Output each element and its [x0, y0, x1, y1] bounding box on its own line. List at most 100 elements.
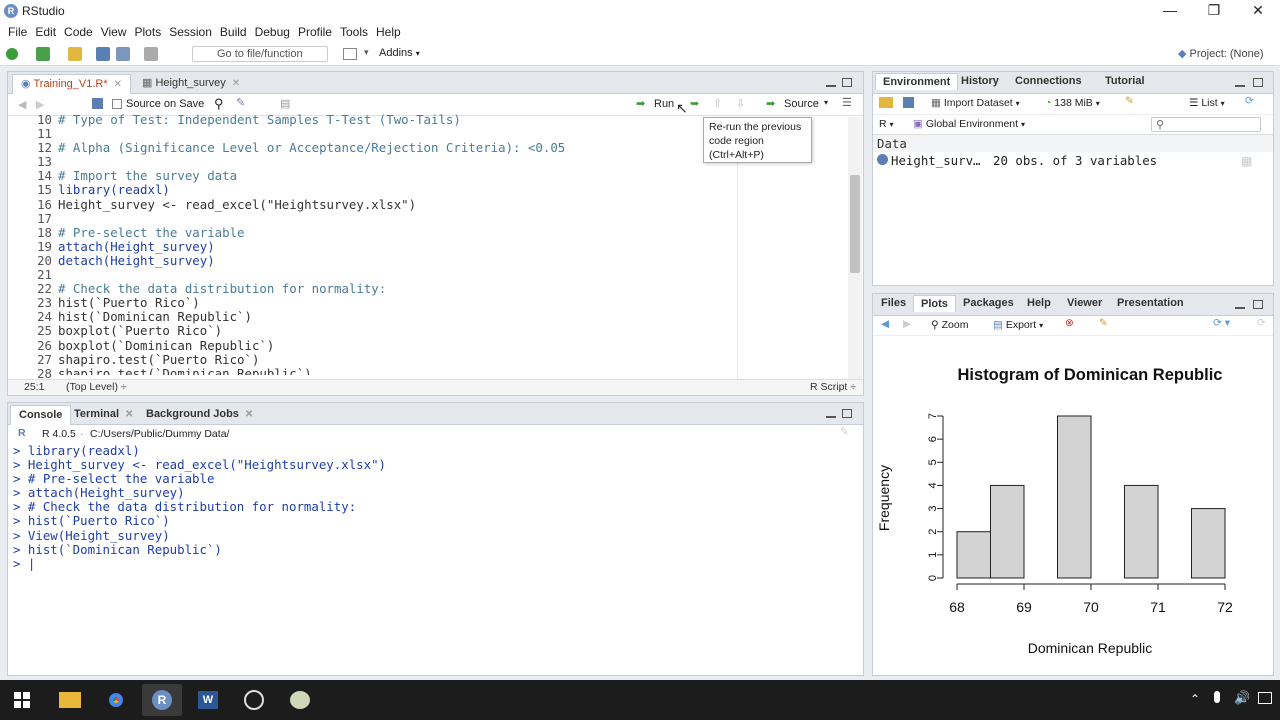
- forward-arrow-icon[interactable]: ▶: [36, 98, 44, 111]
- menu-plots[interactable]: Plots: [135, 25, 162, 39]
- previous-plot-icon[interactable]: ◀: [881, 318, 889, 330]
- grid-layout-icon[interactable]: [343, 48, 357, 60]
- tab-background-jobs[interactable]: Background Jobs ✕: [138, 405, 261, 425]
- tab-height-survey[interactable]: ▦ Height_survey ✕: [134, 74, 248, 94]
- list-view-menu[interactable]: ☰ List ▾: [1189, 97, 1225, 109]
- clear-console-icon[interactable]: ✎: [840, 426, 849, 438]
- menu-build[interactable]: Build: [220, 25, 247, 39]
- scrollbar-thumb[interactable]: [850, 175, 860, 273]
- menu-tools[interactable]: Tools: [340, 25, 368, 39]
- up-arrow-icon[interactable]: ⇧: [713, 97, 722, 110]
- magic-wand-icon[interactable]: ✎: [236, 96, 245, 109]
- r-app-icon[interactable]: R: [142, 684, 182, 716]
- goto-file-input[interactable]: Go to file/function: [192, 46, 328, 62]
- project-menu[interactable]: ◆ Project: (None): [1178, 47, 1264, 60]
- language-selector[interactable]: R ▾: [879, 118, 894, 130]
- save-file-icon[interactable]: [92, 98, 103, 109]
- tab-help[interactable]: Help: [1027, 297, 1051, 309]
- scope-selector[interactable]: ▣ Global Environment ▾: [913, 118, 1025, 130]
- minimize-pane-icon[interactable]: [1235, 83, 1245, 87]
- system-tray-chevron-icon[interactable]: ⌃: [1190, 692, 1200, 706]
- tab-tutorial[interactable]: Tutorial: [1105, 75, 1145, 87]
- working-directory[interactable]: C:/Users/Public/Dummy Data/: [90, 428, 229, 440]
- env-search-input[interactable]: ⚲: [1151, 117, 1261, 132]
- console-output[interactable]: > library(readxl) > Height_survey <- read…: [13, 443, 386, 571]
- minimize-pane-icon[interactable]: [826, 83, 836, 87]
- publish-icon[interactable]: ⟳ ▾: [1213, 317, 1230, 329]
- menu-file[interactable]: File: [8, 25, 27, 39]
- close-tab-icon[interactable]: ✕: [125, 409, 133, 420]
- save-icon[interactable]: [96, 47, 110, 61]
- tab-environment[interactable]: Environment: [875, 73, 959, 90]
- back-arrow-icon[interactable]: ◀: [18, 98, 26, 111]
- tab-training-v1[interactable]: ◉ Training_V1.R* ✕: [12, 74, 132, 94]
- tab-connections[interactable]: Connections: [1015, 75, 1082, 87]
- print-icon[interactable]: [144, 47, 158, 61]
- save-all-icon[interactable]: [116, 47, 130, 61]
- layout-chevron-icon[interactable]: ▾: [364, 47, 369, 58]
- source-button[interactable]: Source: [784, 98, 819, 110]
- export-button[interactable]: ▤ Export ▾: [993, 319, 1043, 331]
- microphone-icon[interactable]: [1214, 691, 1220, 703]
- view-table-icon[interactable]: ▦: [1241, 154, 1252, 168]
- close-tab-icon[interactable]: ✕: [245, 409, 253, 420]
- tab-console[interactable]: Console: [10, 405, 72, 425]
- down-arrow-icon[interactable]: ⇩: [736, 97, 745, 110]
- clock-app-icon[interactable]: [234, 684, 274, 716]
- volume-icon[interactable]: 🔊: [1234, 690, 1250, 706]
- compile-report-icon[interactable]: ▤: [280, 97, 290, 110]
- broom-icon[interactable]: ✎: [1099, 317, 1108, 329]
- tab-presentation[interactable]: Presentation: [1117, 297, 1184, 309]
- new-file-icon[interactable]: [6, 48, 18, 60]
- menu-code[interactable]: Code: [64, 25, 93, 39]
- memory-usage[interactable]: ◔ 138 MiB ▾: [1045, 97, 1100, 109]
- notification-icon[interactable]: [1258, 692, 1272, 704]
- scope-indicator[interactable]: (Top Level) ÷: [66, 381, 127, 393]
- tab-files[interactable]: Files: [881, 297, 906, 309]
- minimize-button[interactable]: —: [1148, 0, 1192, 22]
- maximize-pane-icon[interactable]: [1253, 300, 1263, 309]
- word-icon[interactable]: W: [188, 684, 228, 716]
- menu-profile[interactable]: Profile: [298, 25, 332, 39]
- close-tab-icon[interactable]: ✕: [232, 78, 240, 89]
- tab-plots[interactable]: Plots: [913, 295, 956, 312]
- tab-viewer[interactable]: Viewer: [1067, 297, 1102, 309]
- search-icon[interactable]: ⚲: [214, 96, 224, 112]
- env-row[interactable]: Height_surv… 20 obs. of 3 variables ▦: [873, 152, 1273, 170]
- tab-terminal[interactable]: Terminal ✕: [66, 405, 141, 425]
- open-file-icon[interactable]: [68, 47, 82, 61]
- maximize-pane-icon[interactable]: [842, 78, 852, 87]
- chrome-icon[interactable]: [96, 684, 136, 716]
- minimize-pane-icon[interactable]: [826, 414, 836, 418]
- minimize-pane-icon[interactable]: [1235, 305, 1245, 309]
- restore-button[interactable]: ❐: [1192, 0, 1236, 22]
- tab-history[interactable]: History: [961, 75, 999, 87]
- rerun-region-icon[interactable]: ➥: [690, 97, 699, 110]
- broom-icon[interactable]: ✎: [1125, 95, 1134, 107]
- tab-packages[interactable]: Packages: [963, 297, 1014, 309]
- outline-icon[interactable]: ☰: [842, 96, 852, 109]
- refresh-icon[interactable]: ⟳: [1245, 95, 1254, 107]
- paint-icon[interactable]: [280, 684, 320, 716]
- import-dataset-button[interactable]: ▦ Import Dataset ▾: [931, 97, 1020, 109]
- menu-debug[interactable]: Debug: [255, 25, 290, 39]
- remove-plot-icon[interactable]: ⊗: [1065, 317, 1074, 329]
- expand-icon[interactable]: [877, 154, 888, 165]
- file-type-indicator[interactable]: R Script ÷: [810, 381, 856, 393]
- maximize-pane-icon[interactable]: [1253, 78, 1263, 87]
- refresh-icon[interactable]: ⟳: [1257, 317, 1266, 329]
- load-workspace-icon[interactable]: [879, 97, 893, 108]
- maximize-pane-icon[interactable]: [842, 409, 852, 418]
- menu-help[interactable]: Help: [376, 25, 401, 39]
- file-explorer-icon[interactable]: [50, 684, 90, 716]
- menu-view[interactable]: View: [101, 25, 127, 39]
- save-workspace-icon[interactable]: [903, 97, 914, 108]
- addins-menu[interactable]: Addins ▾: [379, 47, 420, 59]
- close-button[interactable]: ✕: [1236, 0, 1280, 22]
- menu-session[interactable]: Session: [169, 25, 212, 39]
- source-chevron-icon[interactable]: ▾: [824, 98, 828, 107]
- new-project-icon[interactable]: [36, 47, 50, 61]
- close-tab-icon[interactable]: ✕: [114, 79, 122, 90]
- code-area[interactable]: # Type of Test: Independent Samples T-Te…: [58, 113, 738, 375]
- menu-edit[interactable]: Edit: [35, 25, 56, 39]
